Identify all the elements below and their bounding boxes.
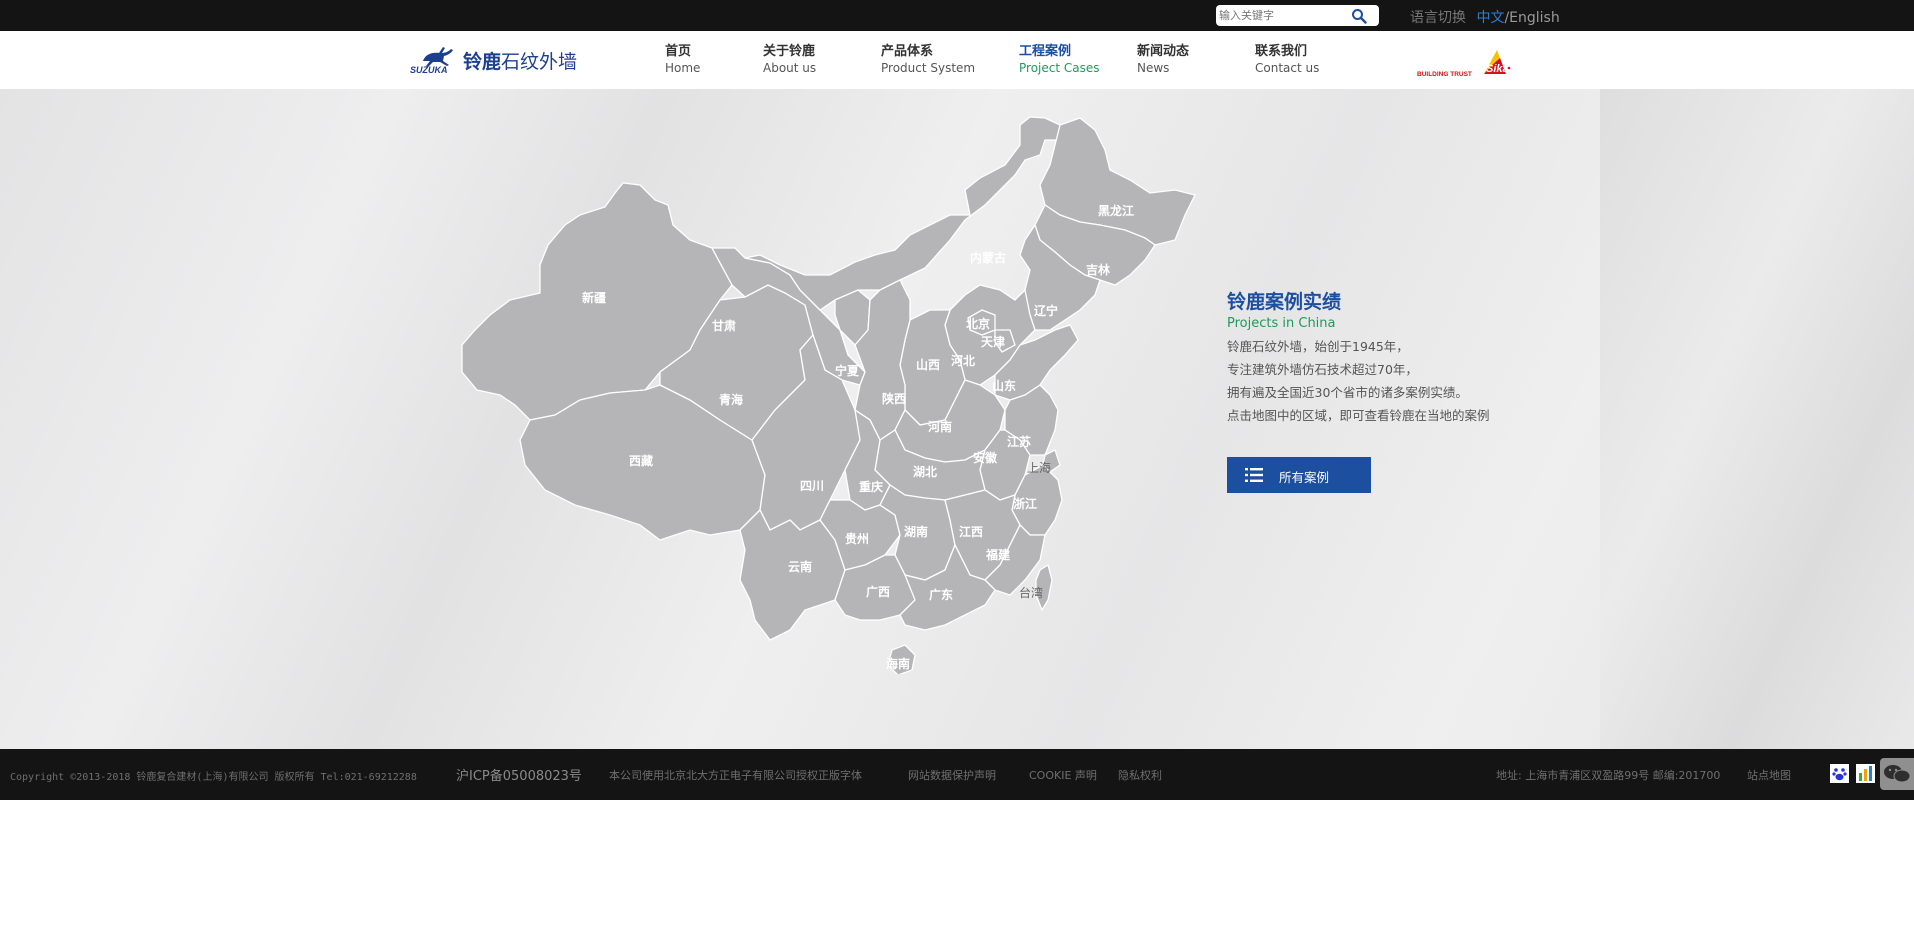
label-zhejiang: 浙江 — [1013, 496, 1037, 511]
language-switcher: 语言切换 中文/English — [1410, 7, 1560, 27]
label-jiangxi: 江西 — [959, 524, 983, 539]
label-guizhou: 贵州 — [845, 531, 869, 546]
footer-address: 地址: 上海市青浦区双盈路99号 邮编:201700 — [1496, 769, 1721, 782]
label-shanxi: 山西 — [916, 357, 940, 372]
search-box — [1216, 5, 1379, 26]
nav-about-en: About us — [763, 61, 817, 75]
footer-copyright: Copyright ©2013-2018 铃鹿复合建材(上海)有限公司 版权所有… — [10, 772, 417, 783]
label-guangdong: 广东 — [929, 587, 953, 602]
label-liaoning: 辽宁 — [1034, 303, 1058, 318]
nav-contact-cn: 联系我们 — [1255, 44, 1308, 59]
label-hubei: 湖北 — [913, 464, 937, 479]
list-icon — [1245, 468, 1263, 482]
projects-info: 铃鹿案例实绩 Projects in China 铃鹿石纹外墙，始创于1945年… — [1227, 290, 1547, 427]
footer-cookie-link[interactable]: COOKIE 声明 — [1029, 767, 1097, 783]
wechat-button[interactable] — [1880, 758, 1914, 790]
site-header: SUZUKA 铃鹿石纹外墙 首页 Home 关于铃鹿 About us 产品体系… — [0, 31, 1914, 89]
label-tianjin: 天津 — [981, 334, 1005, 349]
baidu-paw-icon[interactable] — [1830, 764, 1849, 783]
lang-zh-link[interactable]: 中文 — [1476, 10, 1504, 26]
nav-home[interactable]: 首页 Home — [665, 43, 700, 77]
nav-products-cn: 产品体系 — [881, 44, 934, 59]
label-taiwan: 台湾 — [1019, 585, 1043, 600]
label-fujian: 福建 — [985, 547, 1011, 562]
label-beijing: 北京 — [966, 316, 990, 331]
label-xinjiang: 新疆 — [582, 290, 606, 305]
map-section: 新疆 西藏 青海 甘肃 内蒙古 黑龙江 吉林 辽宁 北京 天津 河北 山西 山东… — [0, 89, 1914, 749]
label-jilin: 吉林 — [1086, 262, 1110, 277]
label-henan: 河南 — [927, 419, 952, 434]
label-guangxi: 广西 — [866, 584, 890, 599]
projects-title: 铃鹿案例实绩 — [1227, 291, 1342, 313]
logo-mark-text: SUZUKA — [410, 65, 448, 75]
nav-products-en: Product System — [881, 61, 976, 75]
nav-about[interactable]: 关于铃鹿 About us — [763, 43, 816, 77]
search-input[interactable] — [1219, 7, 1349, 24]
footer-privacy-link[interactable]: 隐私权利 — [1118, 767, 1162, 783]
label-sichuan: 四川 — [800, 479, 824, 493]
nav-news-cn: 新闻动态 — [1137, 44, 1190, 59]
info-line: 拥有遍及全国近30个省市的诸多案例实绩。 — [1227, 385, 1468, 400]
language-label: 语言切换 — [1410, 10, 1466, 26]
nav-home-cn: 首页 — [665, 44, 692, 59]
site-logo[interactable]: SUZUKA 铃鹿石纹外墙 — [409, 41, 577, 75]
projects-subtitle: Projects in China — [1227, 316, 1336, 331]
label-hainan: 海南 — [886, 656, 910, 671]
background-band — [1600, 89, 1914, 749]
label-chongqing: 重庆 — [859, 479, 883, 494]
label-neimenggu: 内蒙古 — [970, 250, 1006, 265]
info-line: 专注建筑外墙仿石技术超过70年， — [1227, 362, 1418, 377]
site-footer: Copyright ©2013-2018 铃鹿复合建材(上海)有限公司 版权所有… — [0, 749, 1914, 800]
footer-icp-link[interactable]: 沪ICP备05008023号 — [456, 765, 582, 784]
china-map: 新疆 西藏 青海 甘肃 内蒙古 黑龙江 吉林 辽宁 北京 天津 河北 山西 山东… — [461, 116, 1196, 674]
label-gansu: 甘肃 — [712, 318, 736, 333]
logo-text: 铃鹿石纹外墙 — [463, 47, 577, 74]
nav-project-cases[interactable]: 工程案例 Project Cases — [1019, 43, 1100, 77]
label-hebei: 河北 — [950, 353, 975, 368]
sika-slogan: BUILDING TRUST — [1417, 71, 1472, 78]
label-shaanxi: 陕西 — [882, 391, 906, 406]
deer-logo-icon: SUZUKA — [410, 47, 453, 75]
info-line: 铃鹿石纹外墙，始创于1945年， — [1227, 339, 1409, 354]
stats-chart-icon[interactable] — [1856, 764, 1875, 783]
lang-en-link[interactable]: English — [1509, 10, 1560, 26]
logo-text-thin: 石纹外墙 — [501, 51, 578, 73]
sika-name: Sika — [1486, 63, 1509, 75]
label-anhui: 安徽 — [973, 450, 998, 465]
search-icon[interactable] — [1351, 8, 1367, 24]
all-cases-label: 所有案例 — [1279, 471, 1330, 485]
footer-data-protection-link[interactable]: 网站数据保护声明 — [908, 767, 996, 783]
nav-products[interactable]: 产品体系 Product System — [881, 43, 975, 77]
label-hunan: 湖南 — [904, 524, 928, 539]
label-shandong: 山东 — [992, 378, 1016, 393]
nav-home-en: Home — [665, 61, 701, 75]
nav-contact-en: Contact us — [1255, 61, 1320, 75]
label-qinghai: 青海 — [719, 392, 743, 407]
nav-news[interactable]: 新闻动态 News — [1137, 43, 1189, 77]
footer-sitemap-link[interactable]: 站点地图 — [1747, 767, 1791, 783]
logo-text-bold: 铃鹿 — [463, 51, 502, 73]
all-cases-button[interactable]: 所有案例 — [1227, 457, 1371, 493]
nav-news-en: News — [1137, 61, 1170, 75]
top-bar: 语言切换 中文/English — [0, 0, 1914, 31]
label-xizang: 西藏 — [629, 453, 653, 468]
info-line: 点击地图中的区域，即可查看铃鹿在当地的案例 — [1227, 408, 1490, 423]
nav-contact[interactable]: 联系我们 Contact us — [1255, 43, 1319, 77]
label-ningxia: 宁夏 — [835, 363, 860, 378]
label-jiangsu: 江苏 — [1007, 434, 1031, 449]
label-heilongjiang: 黑龙江 — [1098, 203, 1134, 218]
label-shanghai: 上海 — [1027, 460, 1051, 475]
sika-registered-icon — [1507, 66, 1511, 70]
nav-about-cn: 关于铃鹿 — [763, 44, 816, 59]
wechat-icon — [1884, 765, 1911, 783]
nav-project-cases-en: Project Cases — [1019, 61, 1100, 75]
footer-font-notice: 本公司使用北京北大方正电子有限公司授权正版字体 — [609, 769, 862, 782]
sika-logo[interactable]: BUILDING TRUST Sika — [1417, 40, 1527, 80]
nav-project-cases-cn: 工程案例 — [1019, 44, 1072, 59]
label-yunnan: 云南 — [788, 559, 812, 574]
